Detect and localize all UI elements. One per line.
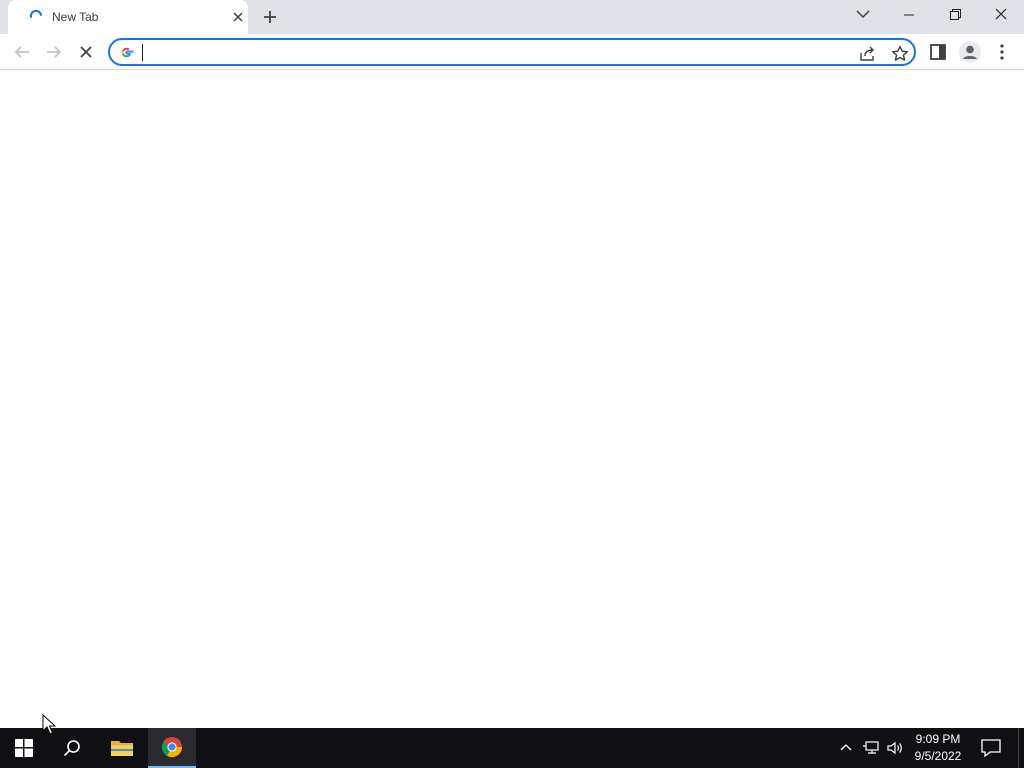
clock-date: 9/5/2022 bbox=[914, 749, 962, 763]
browser-window: New Tab bbox=[0, 0, 1024, 728]
tab-new-tab[interactable]: New Tab bbox=[8, 0, 248, 34]
chrome-icon bbox=[161, 737, 183, 758]
minimize-icon[interactable] bbox=[892, 4, 926, 26]
taskbar-chrome[interactable] bbox=[148, 728, 196, 768]
address-bar[interactable] bbox=[108, 38, 916, 66]
share-icon[interactable] bbox=[858, 44, 878, 64]
stop-icon[interactable] bbox=[74, 40, 98, 64]
tab-strip: New Tab bbox=[0, 0, 1024, 34]
back-arrow-icon[interactable] bbox=[10, 40, 34, 64]
page-content bbox=[0, 71, 1024, 728]
clock-time: 9:09 PM bbox=[915, 732, 961, 746]
close-icon[interactable] bbox=[230, 9, 246, 25]
tab-title: New Tab bbox=[52, 10, 99, 24]
restore-icon[interactable] bbox=[938, 4, 972, 26]
toolbar bbox=[0, 34, 1024, 70]
side-panel-icon[interactable] bbox=[928, 42, 948, 62]
windows-start-icon bbox=[15, 739, 33, 757]
network-icon[interactable] bbox=[862, 740, 880, 756]
forward-arrow-icon[interactable] bbox=[42, 40, 66, 64]
text-caret bbox=[142, 44, 143, 61]
google-g-icon bbox=[121, 47, 134, 58]
taskbar-clock[interactable]: 9:09 PM 9/5/2022 bbox=[906, 731, 970, 765]
close-window-icon[interactable] bbox=[984, 4, 1018, 26]
chevron-down-icon[interactable] bbox=[852, 6, 874, 22]
start-button[interactable] bbox=[0, 728, 48, 768]
notification-icon[interactable] bbox=[980, 738, 1002, 758]
search-icon bbox=[63, 740, 80, 757]
chevron-up-icon[interactable] bbox=[838, 740, 854, 756]
mouse-cursor-icon bbox=[42, 714, 56, 735]
show-desktop-button[interactable] bbox=[1018, 728, 1024, 768]
omnibox-input[interactable] bbox=[142, 43, 822, 61]
new-tab-button[interactable] bbox=[260, 8, 280, 26]
taskbar-file-explorer[interactable] bbox=[98, 728, 146, 768]
star-icon[interactable] bbox=[890, 44, 910, 64]
volume-icon[interactable] bbox=[886, 740, 904, 756]
taskbar: 9:09 PM 9/5/2022 bbox=[0, 728, 1024, 768]
file-explorer-icon bbox=[111, 741, 133, 756]
profile-icon[interactable] bbox=[958, 40, 982, 64]
kebab-menu-icon[interactable] bbox=[994, 42, 1010, 62]
loading-spinner-icon bbox=[29, 9, 42, 18]
